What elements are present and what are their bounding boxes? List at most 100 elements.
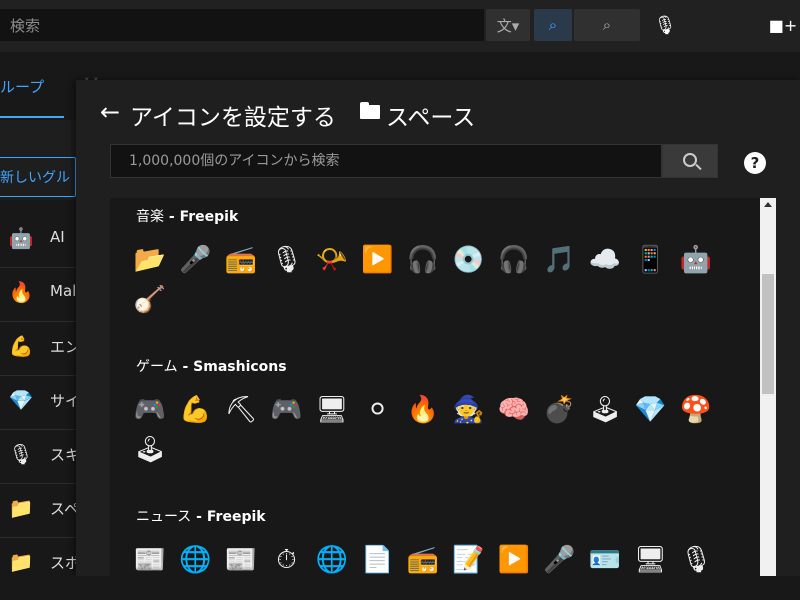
icon-option[interactable]: 💎 <box>633 392 669 428</box>
group-item[interactable]: 💎 サイ <box>0 372 80 430</box>
icon-option[interactable]: ⏱ <box>269 542 305 576</box>
icon-option[interactable]: 🪕 <box>132 282 168 318</box>
translate-icon: 文▾ <box>496 16 520 35</box>
category-name: ゲーム <box>136 359 178 375</box>
icon-option[interactable]: 🌐 <box>314 542 350 576</box>
icon-search-input[interactable] <box>111 145 661 177</box>
icon-option[interactable]: 🖥 <box>633 542 669 576</box>
top-search-placeholder: 検索 <box>10 17 41 35</box>
icon-option[interactable]: 💣 <box>542 392 578 428</box>
icon-option[interactable]: ⚪ <box>360 392 396 428</box>
top-bar: 検索 文▾ ⌕ ⌕ 🎙 ■+ <box>0 0 800 52</box>
icon-option[interactable]: 🔥 <box>405 392 441 428</box>
icon-search-box <box>110 144 662 178</box>
icon-option[interactable]: ⛏ <box>223 392 259 428</box>
category-name: ニュース <box>136 509 192 525</box>
tab-groups-label: ループ <box>0 78 45 96</box>
icon-option[interactable]: ▶️ <box>360 242 396 278</box>
icon-option[interactable]: 📻 <box>405 542 441 576</box>
icon-option[interactable]: 💪 <box>178 392 214 428</box>
category-author: Smashicons <box>193 359 287 375</box>
new-group-label: 新しいグル <box>0 170 70 186</box>
search-icon: ⌕ <box>602 16 612 34</box>
diamond-icon: 💎 <box>8 388 34 412</box>
icon-option[interactable]: 🎧 <box>496 242 532 278</box>
fire-icon: 🔥 <box>8 280 34 304</box>
mic-button[interactable]: 🎙 <box>650 9 680 41</box>
icon-option[interactable]: 🎙 <box>678 542 714 576</box>
icon-option[interactable]: 🖥 <box>314 392 350 428</box>
icon-option[interactable]: 📄 <box>360 542 396 576</box>
search-button[interactable]: ⌕ <box>574 9 640 41</box>
icon-option[interactable]: 📝 <box>451 542 487 576</box>
icon-option[interactable]: 🧠 <box>496 392 532 428</box>
icon-option[interactable]: 📂 <box>132 242 168 278</box>
icon-option[interactable]: 📱 <box>633 242 669 278</box>
icon-option[interactable]: 🕹 <box>132 432 168 468</box>
icon-search-button[interactable] <box>662 144 718 178</box>
help-icon[interactable]: ? <box>744 152 766 174</box>
group-item[interactable]: 🔥 Mal <box>0 264 76 322</box>
group-item[interactable]: 🎙 スキ <box>0 426 80 484</box>
icon-option[interactable]: 📰 <box>223 542 259 576</box>
scrollbar[interactable] <box>760 198 776 576</box>
icon-option[interactable]: 🕹 <box>587 392 623 428</box>
icon-option[interactable]: 🧙 <box>451 392 487 428</box>
icon-option[interactable]: 🍄 <box>678 392 714 428</box>
icon-option[interactable]: 🎵 <box>542 242 578 278</box>
new-group-button[interactable]: 新しいグル <box>0 157 76 197</box>
dialog-title: アイコンを設定する <box>130 105 336 131</box>
category-author: Freepik <box>179 209 239 225</box>
icon-option[interactable]: 🤖 <box>678 242 714 278</box>
category-author: Freepik <box>206 509 266 525</box>
folder-icon <box>360 102 380 120</box>
icon-option[interactable]: 🌐 <box>178 542 214 576</box>
search-icon <box>683 153 697 167</box>
mic-icon: 🎙 <box>653 14 677 36</box>
set-icon-dialog: ← アイコンを設定する スペース ? 音楽 - Freepik📂🎤📻🎙📯▶️🎧💿… <box>76 80 800 576</box>
icon-option[interactable]: ☁️ <box>587 242 623 278</box>
category-title: 音楽 - Freepik <box>136 209 239 225</box>
back-arrow-icon[interactable]: ← <box>100 98 120 126</box>
folder-icon: 📁 <box>8 496 34 520</box>
icon-option[interactable]: 🎧 <box>405 242 441 278</box>
scroll-thumb[interactable] <box>762 274 774 394</box>
icon-option[interactable]: 🎤 <box>178 242 214 278</box>
icon-option[interactable]: 📻 <box>223 242 259 278</box>
group-item-label: Mal <box>50 282 77 300</box>
icon-option[interactable]: 📰 <box>132 542 168 576</box>
folder-name: スペース <box>386 105 476 131</box>
translate-button[interactable]: 文▾ <box>486 9 530 41</box>
tab-groups[interactable]: ループ <box>0 64 64 118</box>
category-title: ゲーム - Smashicons <box>136 359 287 375</box>
icon-option[interactable]: 📯 <box>314 242 350 278</box>
group-item-label: AI <box>50 228 65 246</box>
icon-option[interactable]: 🎤 <box>542 542 578 576</box>
icon-option[interactable]: 💿 <box>451 242 487 278</box>
bottom-strip <box>0 576 800 600</box>
category-title: ニュース - Freepik <box>136 509 266 525</box>
scroll-up-icon[interactable] <box>764 202 772 207</box>
create-video-button[interactable]: ■+ <box>768 9 798 41</box>
icon-list: 音楽 - Freepik 📂 🎤 📻 🎙 📯 ▶️ 🎧 💿 🎧 🎵 ☁️ 📱 🤖 🪕 ゲーム - Smashi… <box>110 198 762 576</box>
icon-option[interactable]: 🎙 <box>269 242 305 278</box>
category-name: 音楽 <box>136 209 164 225</box>
mic-icon: 🎙 <box>8 442 34 466</box>
icon-option[interactable]: 🎮 <box>269 392 305 428</box>
video-add-icon: ■+ <box>768 15 798 35</box>
caption-search-button[interactable]: ⌕ <box>534 9 572 41</box>
icon-option[interactable]: 🎮 <box>132 392 168 428</box>
icon-option[interactable]: 🪪 <box>587 542 623 576</box>
robot-icon: 🤖 <box>8 226 34 250</box>
top-search-input[interactable]: 検索 <box>0 9 484 41</box>
group-item[interactable]: 💪 エン <box>0 318 80 376</box>
group-list: 🤖 AI 🔥 Mal 💪 エン 💎 サイ 🎙 スキ 📁 スペ 📁 スポ <box>0 210 80 592</box>
icon-option[interactable]: ▶️ <box>496 542 532 576</box>
group-item[interactable]: 🤖 AI <box>0 210 76 268</box>
muscle-icon: 💪 <box>8 334 34 358</box>
caption-search-icon: ⌕ <box>548 16 558 34</box>
dialog-header: ← アイコンを設定する スペース <box>76 80 800 146</box>
group-item-label: スペ <box>50 500 79 518</box>
folder-icon: 📁 <box>8 550 34 574</box>
group-item[interactable]: 📁 スペ <box>0 480 79 538</box>
